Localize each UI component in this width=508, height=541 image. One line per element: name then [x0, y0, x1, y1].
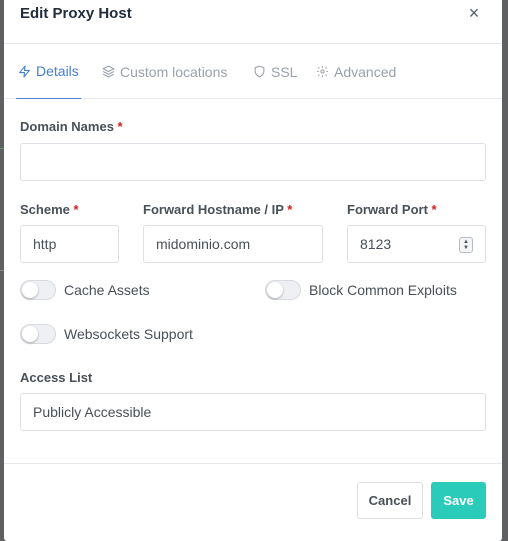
toggle-knob [22, 326, 38, 342]
cancel-button[interactable]: Cancel [357, 482, 423, 519]
label-text: Forward Port [347, 202, 428, 217]
domain-names-input[interactable] [20, 143, 486, 181]
tab-details[interactable]: Details [16, 44, 81, 99]
forward-port-input[interactable]: 8123 ▲ ▼ [347, 225, 486, 263]
stepper-down-icon[interactable]: ▼ [463, 245, 469, 251]
tab-advanced[interactable]: Advanced [316, 44, 396, 99]
label-text: Domain Names [20, 119, 114, 134]
access-list-label: Access List [20, 370, 93, 385]
cache-assets-row: Cache Assets [20, 280, 150, 300]
required-marker: * [431, 202, 437, 217]
layers-icon [102, 65, 115, 78]
toggle-knob [267, 282, 283, 298]
block-exploits-toggle[interactable] [265, 280, 301, 300]
tab-label: Custom locations [120, 63, 228, 80]
domain-names-label: Domain Names * [20, 119, 123, 134]
tab-label: Advanced [334, 63, 397, 80]
dialog-header: Edit Proxy Host × [4, 0, 502, 44]
dialog-title: Edit Proxy Host [20, 5, 132, 22]
tab-label: Details [36, 63, 79, 79]
access-list-select[interactable]: Publicly Accessible [20, 393, 486, 431]
label-text: Forward Hostname / IP [143, 202, 284, 217]
websockets-row: Websockets Support [20, 324, 193, 344]
tab-ssl[interactable]: SSL [253, 44, 297, 99]
save-button[interactable]: Save [431, 482, 486, 519]
forward-port-value: 8123 [360, 236, 392, 252]
toggle-knob [22, 282, 38, 298]
websockets-toggle[interactable] [20, 324, 56, 344]
tab-custom-locations[interactable]: Custom locations [102, 44, 227, 99]
forward-port-label: Forward Port * [347, 202, 437, 217]
cache-assets-label: Cache Assets [64, 282, 150, 298]
scheme-input[interactable]: http [20, 225, 119, 263]
port-stepper[interactable]: ▲ ▼ [459, 237, 473, 253]
block-exploits-label: Block Common Exploits [309, 282, 457, 298]
edit-proxy-host-dialog: Edit Proxy Host × Details Custom locatio… [4, 0, 502, 541]
tab-bar: Details Custom locations SSL Advanced [4, 44, 502, 99]
required-marker: * [117, 119, 123, 134]
block-exploits-row: Block Common Exploits [265, 280, 457, 300]
tab-label: SSL [271, 63, 298, 80]
required-marker: * [287, 202, 293, 217]
websockets-label: Websockets Support [64, 326, 193, 342]
cache-assets-toggle[interactable] [20, 280, 56, 300]
label-text: Scheme [20, 202, 70, 217]
forward-hostname-label: Forward Hostname / IP * [143, 202, 292, 217]
shield-icon [254, 65, 265, 78]
dialog-footer: Cancel Save [4, 463, 502, 541]
gear-icon [317, 66, 328, 77]
scheme-label: Scheme * [20, 202, 79, 217]
required-marker: * [73, 202, 79, 217]
forward-hostname-input[interactable]: midominio.com [143, 225, 323, 263]
close-icon[interactable]: × [466, 4, 482, 22]
zap-icon [19, 65, 30, 77]
